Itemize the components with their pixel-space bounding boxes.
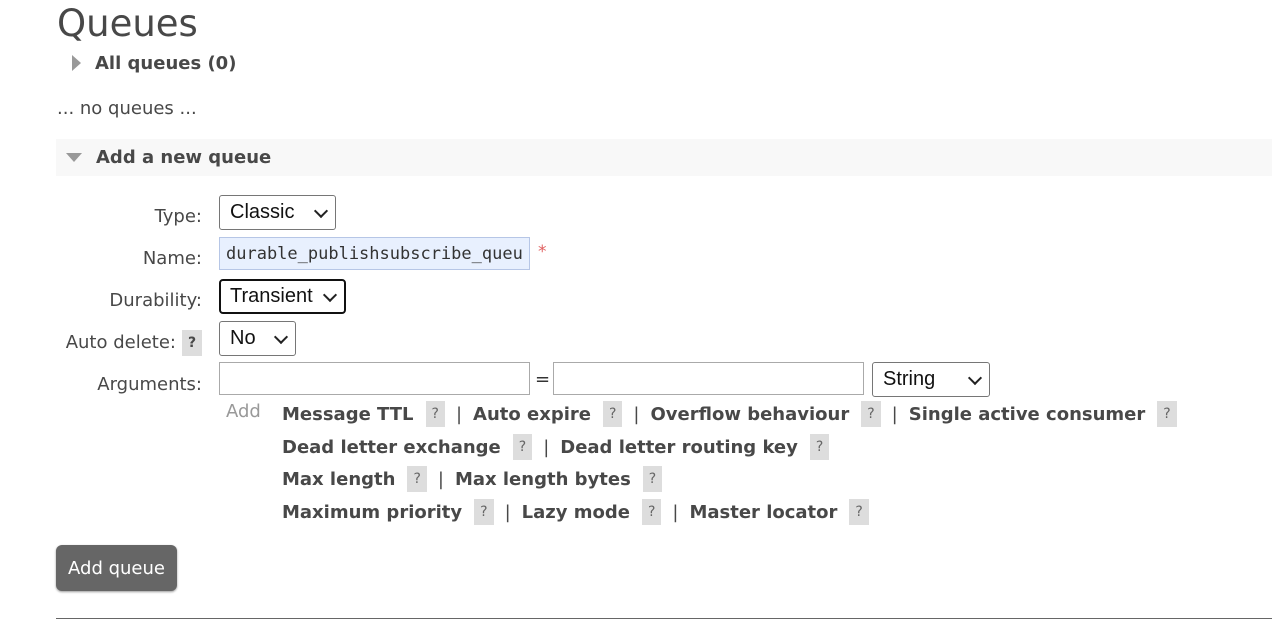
- separator: |: [891, 403, 898, 425]
- dead-letter-routing-key-link[interactable]: Dead letter routing key: [560, 437, 798, 458]
- divider: [56, 618, 1272, 619]
- collapse-arrow-icon: [66, 153, 82, 162]
- help-icon[interactable]: ?: [642, 466, 663, 492]
- separator: |: [437, 468, 444, 490]
- durability-value: Transient: [230, 285, 313, 307]
- queue-type-select[interactable]: Classic: [219, 195, 336, 230]
- all-queues-label: All queues (0): [95, 52, 237, 74]
- help-icon[interactable]: ?: [809, 434, 830, 460]
- help-icon[interactable]: ?: [512, 434, 533, 460]
- argument-shortcuts-row: Dead letter exchange ? | Dead letter rou…: [282, 434, 830, 460]
- required-marker: *: [538, 242, 547, 262]
- durability-select[interactable]: Transient: [219, 279, 346, 314]
- auto-delete-select[interactable]: No: [219, 321, 296, 356]
- queue-type-value: Classic: [230, 201, 295, 223]
- add-argument-label[interactable]: Add: [226, 401, 261, 422]
- help-icon[interactable]: ?: [849, 499, 869, 525]
- page-title: Queues: [57, 2, 198, 45]
- chevron-down-icon: [322, 287, 338, 302]
- expand-arrow-icon: [72, 55, 81, 71]
- no-queues-message: ... no queues ...: [57, 98, 197, 119]
- single-active-consumer-link[interactable]: Single active consumer: [909, 404, 1146, 425]
- chevron-down-icon: [313, 203, 329, 218]
- max-length-bytes-link[interactable]: Max length bytes: [455, 469, 631, 490]
- maximum-priority-link[interactable]: Maximum priority: [282, 502, 462, 523]
- type-label: Type:: [154, 206, 202, 227]
- argument-type-value: String: [883, 368, 936, 390]
- auto-expire-link[interactable]: Auto expire: [473, 404, 591, 425]
- argument-type-select[interactable]: String: [872, 362, 990, 397]
- help-icon[interactable]: ?: [474, 499, 494, 525]
- separator: |: [455, 403, 463, 425]
- help-icon[interactable]: ?: [425, 401, 445, 427]
- durability-label: Durability:: [109, 290, 202, 311]
- argument-value-input[interactable]: [553, 362, 864, 395]
- add-queue-button[interactable]: Add queue: [56, 545, 177, 591]
- chevron-down-icon: [967, 370, 983, 385]
- auto-delete-value: No: [230, 327, 256, 349]
- argument-key-input[interactable]: [219, 362, 530, 395]
- separator: |: [543, 436, 550, 458]
- help-icon[interactable]: ?: [641, 499, 662, 525]
- max-length-link[interactable]: Max length: [282, 469, 395, 490]
- dead-letter-exchange-link[interactable]: Dead letter exchange: [282, 437, 501, 458]
- overflow-behaviour-link[interactable]: Overflow behaviour: [650, 404, 849, 425]
- arguments-label: Arguments:: [97, 374, 202, 395]
- argument-shortcuts-row: Maximum priority ? | Lazy mode ? | Maste…: [282, 499, 869, 525]
- add-new-queue-label: Add a new queue: [96, 147, 272, 168]
- message-ttl-link[interactable]: Message TTL: [282, 404, 414, 425]
- master-locator-link[interactable]: Master locator: [689, 502, 837, 523]
- equals-sign: =: [535, 369, 551, 390]
- separator: |: [633, 403, 640, 425]
- name-label: Name:: [142, 248, 202, 269]
- separator: |: [672, 501, 679, 523]
- all-queues-toggle[interactable]: All queues (0): [56, 48, 236, 78]
- lazy-mode-link[interactable]: Lazy mode: [522, 502, 630, 523]
- help-icon[interactable]: ?: [407, 466, 427, 492]
- help-icon[interactable]: ?: [861, 401, 881, 427]
- help-icon[interactable]: ?: [1157, 401, 1177, 427]
- auto-delete-label: Auto delete:: [65, 332, 176, 353]
- argument-shortcuts-row: Message TTL ? | Auto expire ? | Overflow…: [282, 401, 1177, 427]
- queue-name-input[interactable]: [219, 237, 530, 270]
- auto-delete-help-icon[interactable]: ?: [182, 330, 203, 356]
- separator: |: [504, 501, 511, 523]
- add-new-queue-toggle[interactable]: Add a new queue: [56, 139, 1272, 176]
- chevron-down-icon: [273, 329, 289, 344]
- help-icon[interactable]: ?: [602, 401, 623, 427]
- argument-shortcuts-row: Max length ? | Max length bytes ?: [282, 466, 663, 492]
